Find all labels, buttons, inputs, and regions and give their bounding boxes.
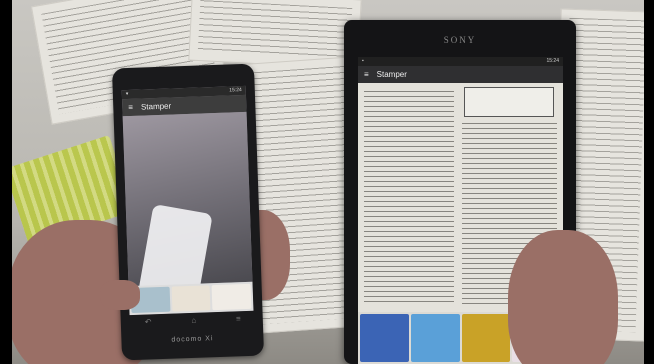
right-border <box>644 0 654 364</box>
signal-icon: ▾ <box>125 91 129 98</box>
stamp-thumbnail[interactable] <box>461 314 511 362</box>
tablet-status-time: 15:24 <box>546 58 559 64</box>
stamp-thumbnail[interactable] <box>360 314 409 362</box>
menu-icon[interactable]: ≡ <box>128 99 133 116</box>
left-hand-finger <box>100 280 140 310</box>
stamp-thumbnail[interactable] <box>410 314 460 362</box>
notification-icon: ▪ <box>362 58 364 64</box>
stamp-thumbnail[interactable] <box>211 283 252 311</box>
stamp-thumbnail[interactable] <box>171 285 211 312</box>
left-phone: ▾ 15:24 ≡ Stamper ↶ ⌂ ≡ docomo Xi <box>111 63 265 361</box>
document-figure <box>464 87 554 117</box>
left-phone-status-time: 15:24 <box>229 87 242 94</box>
left-border <box>0 0 12 364</box>
right-hand <box>508 230 618 364</box>
menu-icon[interactable]: ≡ <box>364 66 369 83</box>
tablet-status-bar: ▪ 15:24 <box>358 57 563 66</box>
tablet-app-bar: ≡ Stamper <box>358 66 563 83</box>
document-column-left <box>364 91 454 306</box>
back-icon[interactable]: ↶ <box>145 317 152 326</box>
tablet-brand: SONY <box>443 35 477 45</box>
left-phone-screen: ▾ 15:24 ≡ Stamper <box>121 85 254 316</box>
stamp-thumbnails <box>128 281 254 316</box>
nav-buttons: ↶ ⌂ ≡ <box>145 314 241 326</box>
tablet-app-title: Stamper <box>376 70 407 79</box>
left-phone-brand: docomo Xi <box>171 335 214 344</box>
menu-lines-icon[interactable]: ≡ <box>236 314 241 323</box>
photo-scene: ▾ 15:24 ≡ Stamper ↶ ⌂ ≡ docomo Xi SONY ▪… <box>0 0 654 364</box>
home-icon[interactable]: ⌂ <box>191 316 196 325</box>
left-phone-app-title: Stamper <box>140 101 172 112</box>
